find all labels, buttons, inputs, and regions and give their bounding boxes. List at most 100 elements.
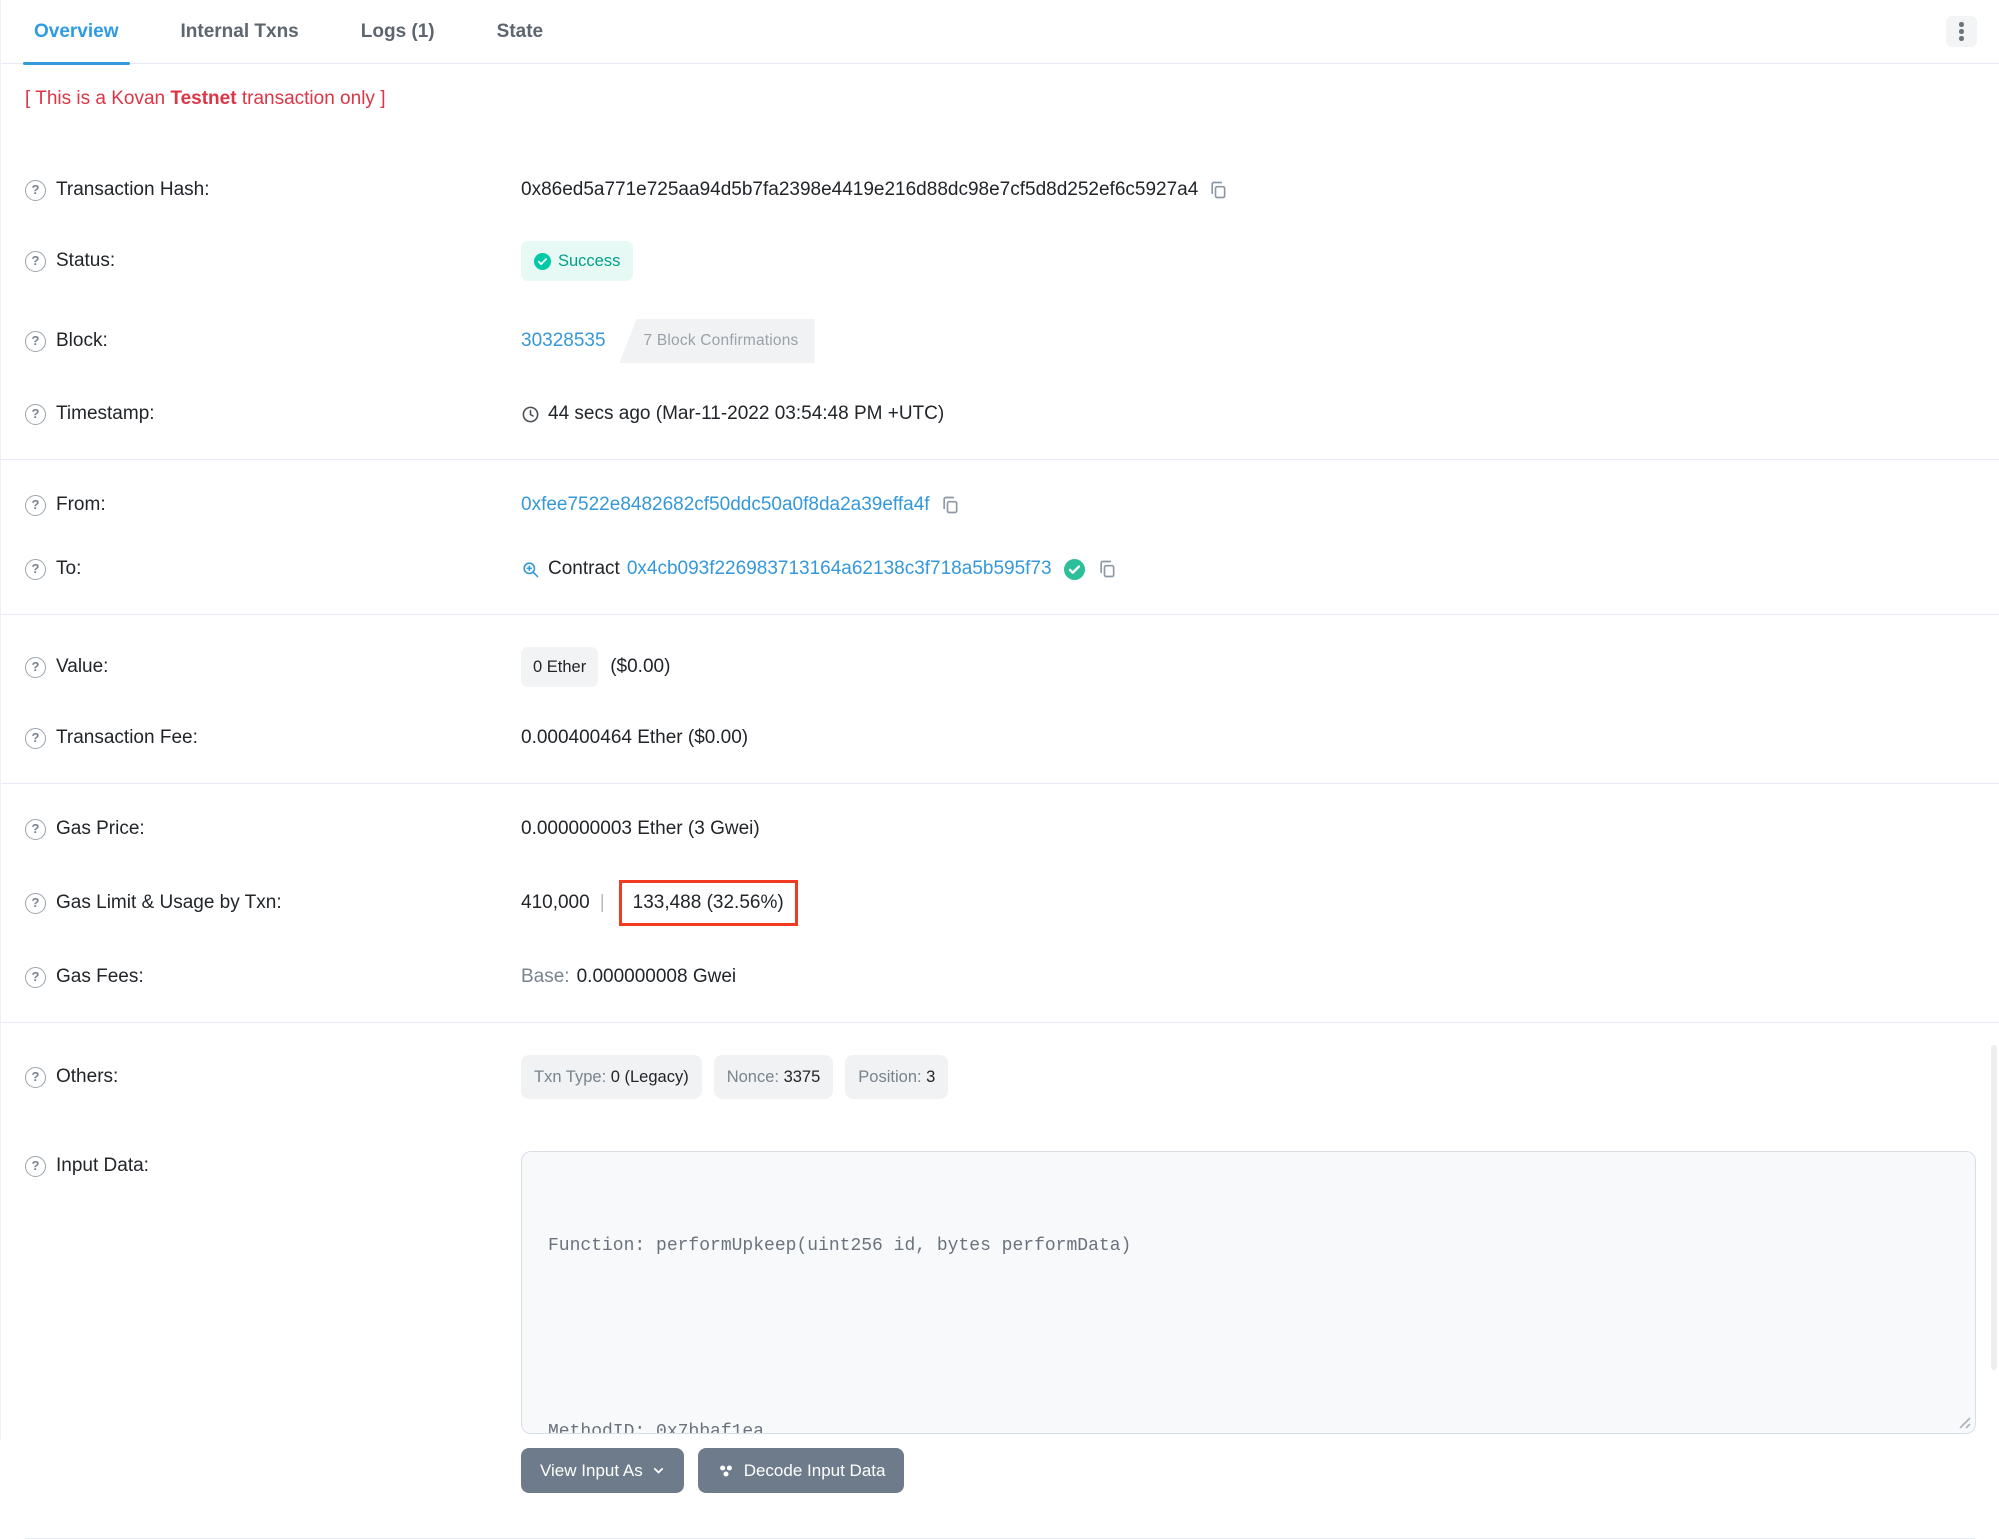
- row-others: Others: Txn Type: 0 (Legacy) Nonce: 3375…: [25, 1036, 1975, 1118]
- gas-limit-value: 410,000: [521, 892, 590, 913]
- row-block: Block: 30328535 7 Block Confirmations: [25, 300, 1975, 382]
- input-data-line: [548, 1324, 1949, 1355]
- help-icon[interactable]: [25, 250, 46, 272]
- status-badge: Success: [521, 241, 634, 281]
- timestamp-value: 44 secs ago (Mar-11-2022 03:54:48 PM +UT…: [548, 403, 945, 424]
- usd-value: ($0.00): [610, 656, 671, 677]
- tab-overview[interactable]: Overview: [23, 0, 130, 65]
- nonce-name: Nonce:: [726, 1068, 784, 1086]
- nonce-badge: Nonce: 3375: [713, 1055, 834, 1099]
- position-name: Position:: [858, 1068, 927, 1086]
- gas-price-value: 0.000000003 Ether (3 Gwei): [521, 818, 760, 839]
- block-confirmations-badge: 7 Block Confirmations: [619, 319, 815, 363]
- gas-limit-usage-label: Gas Limit & Usage by Txn:: [56, 892, 282, 913]
- section-divider: [1, 1022, 1999, 1023]
- decode-icon: [719, 1464, 732, 1477]
- txn-type-value: 0 (Legacy): [610, 1068, 689, 1086]
- gas-separator: |: [599, 892, 605, 913]
- help-icon[interactable]: [25, 966, 46, 988]
- row-gas-fees: Gas Fees: Base: 0.000000008 Gwei: [25, 945, 1975, 1009]
- status-label: Status:: [56, 250, 116, 271]
- ether-value-badge: 0 Ether: [521, 647, 599, 687]
- position-value: 3: [926, 1068, 936, 1086]
- row-transaction-hash: Transaction Hash: 0x86ed5a771e725aa94d5b…: [25, 158, 1975, 222]
- timestamp-label: Timestamp:: [56, 403, 155, 424]
- txn-type-name: Txn Type:: [534, 1068, 611, 1086]
- row-gas-limit-usage: Gas Limit & Usage by Txn: 410,000 | 133,…: [25, 861, 1975, 945]
- to-address-link[interactable]: 0x4cb093f226983713164a62138c3f718a5b595f…: [627, 556, 1052, 582]
- help-icon[interactable]: [25, 494, 46, 516]
- transaction-hash-value: 0x86ed5a771e725aa94d5b7fa2398e4419e216d8…: [521, 179, 1199, 200]
- row-gas-price: Gas Price: 0.000000003 Ether (3 Gwei): [25, 797, 1975, 861]
- help-icon[interactable]: [25, 403, 46, 425]
- resize-handle[interactable]: [1957, 1415, 1971, 1429]
- others-label: Others:: [56, 1066, 119, 1087]
- help-icon[interactable]: [25, 892, 46, 914]
- base-fee-label: Base:: [521, 966, 570, 987]
- base-fee-value: 0.000000008 Gwei: [576, 966, 737, 987]
- tab-internal-txns[interactable]: Internal Txns: [170, 0, 310, 64]
- clock-icon: [522, 406, 539, 422]
- input-data-line: MethodID: 0x7bbaf1ea: [548, 1422, 765, 1434]
- value-label: Value:: [56, 656, 109, 677]
- input-data-line: Function: performUpkeep(uint256 id, byte…: [548, 1236, 1132, 1256]
- row-timestamp: Timestamp: 44 secs ago (Mar-11-2022 03:5…: [25, 382, 1975, 446]
- more-options-button[interactable]: [1946, 16, 1977, 47]
- row-from: From: 0xfee7522e8482682cf50ddc50a0f8da2a…: [25, 473, 1975, 537]
- help-icon[interactable]: [25, 330, 46, 352]
- to-label: To:: [56, 558, 82, 579]
- transaction-fee-value: 0.000400464 Ether ($0.00): [521, 727, 749, 748]
- decode-input-data-button[interactable]: Decode Input Data: [697, 1448, 905, 1493]
- help-icon[interactable]: [25, 1155, 46, 1177]
- warning-bold: Testnet: [170, 88, 237, 109]
- block-number-link[interactable]: 30328535: [521, 328, 606, 354]
- warning-suffix: transaction only ]: [236, 88, 386, 109]
- row-input-data: Input Data: Function: performUpkeep(uint…: [25, 1118, 1976, 1512]
- transaction-fee-label: Transaction Fee:: [56, 727, 198, 748]
- txn-type-badge: Txn Type: 0 (Legacy): [521, 1055, 702, 1099]
- help-icon[interactable]: [25, 1066, 46, 1088]
- help-icon[interactable]: [25, 558, 46, 580]
- testnet-warning: [ This is a Kovan Testnet transaction on…: [1, 64, 1999, 112]
- contract-word: Contract: [548, 558, 620, 579]
- row-transaction-fee: Transaction Fee: 0.000400464 Ether ($0.0…: [25, 706, 1975, 770]
- input-data-textarea[interactable]: Function: performUpkeep(uint256 id, byte…: [521, 1151, 1976, 1434]
- view-input-as-label: View Input As: [540, 1460, 643, 1480]
- view-input-as-button[interactable]: View Input As: [521, 1448, 684, 1493]
- help-icon[interactable]: [25, 656, 46, 678]
- tab-logs[interactable]: Logs (1): [350, 0, 446, 64]
- gas-usage-annotation-box: 133,488 (32.56%): [618, 880, 798, 926]
- section-divider: [1, 783, 1999, 784]
- transaction-overview-card: Overview Internal Txns Logs (1) State [ …: [0, 0, 1999, 1539]
- help-icon[interactable]: [25, 727, 46, 749]
- block-label: Block:: [56, 330, 108, 351]
- kebab-dot: [1959, 29, 1964, 34]
- gas-fees-label: Gas Fees:: [56, 966, 144, 987]
- copy-icon[interactable]: [1097, 559, 1117, 579]
- warning-prefix: [ This is a Kovan: [25, 88, 171, 109]
- from-address-link[interactable]: 0xfee7522e8482682cf50ddc50a0f8da2a39effa…: [521, 492, 930, 518]
- tab-state[interactable]: State: [486, 0, 554, 64]
- position-badge: Position: 3: [845, 1055, 949, 1099]
- gas-usage-value: 133,488 (32.56%): [632, 892, 784, 913]
- zoom-in-icon[interactable]: [521, 560, 540, 579]
- row-to: To: Contract 0x4cb093f226983713164a62138…: [25, 537, 1975, 601]
- kebab-dot: [1959, 36, 1964, 41]
- page-scrollbar-thumb[interactable]: [1991, 1045, 1997, 1370]
- decode-input-data-label: Decode Input Data: [743, 1460, 886, 1480]
- tab-bar: Overview Internal Txns Logs (1) State: [1, 0, 1999, 65]
- check-circle-icon: [534, 252, 551, 270]
- help-icon[interactable]: [25, 818, 46, 840]
- transaction-hash-label: Transaction Hash:: [56, 179, 210, 200]
- copy-icon[interactable]: [940, 495, 960, 515]
- section-divider: [1, 614, 1999, 615]
- status-value: Success: [558, 252, 621, 270]
- chevron-down-icon: [653, 1467, 663, 1474]
- help-icon[interactable]: [25, 179, 46, 201]
- kebab-dot: [1959, 22, 1964, 27]
- row-value: Value: 0 Ether ($0.00): [25, 628, 1975, 706]
- verified-check-icon: [1063, 558, 1085, 580]
- copy-icon[interactable]: [1208, 180, 1228, 200]
- from-label: From:: [56, 494, 106, 515]
- section-divider: [1, 459, 1999, 460]
